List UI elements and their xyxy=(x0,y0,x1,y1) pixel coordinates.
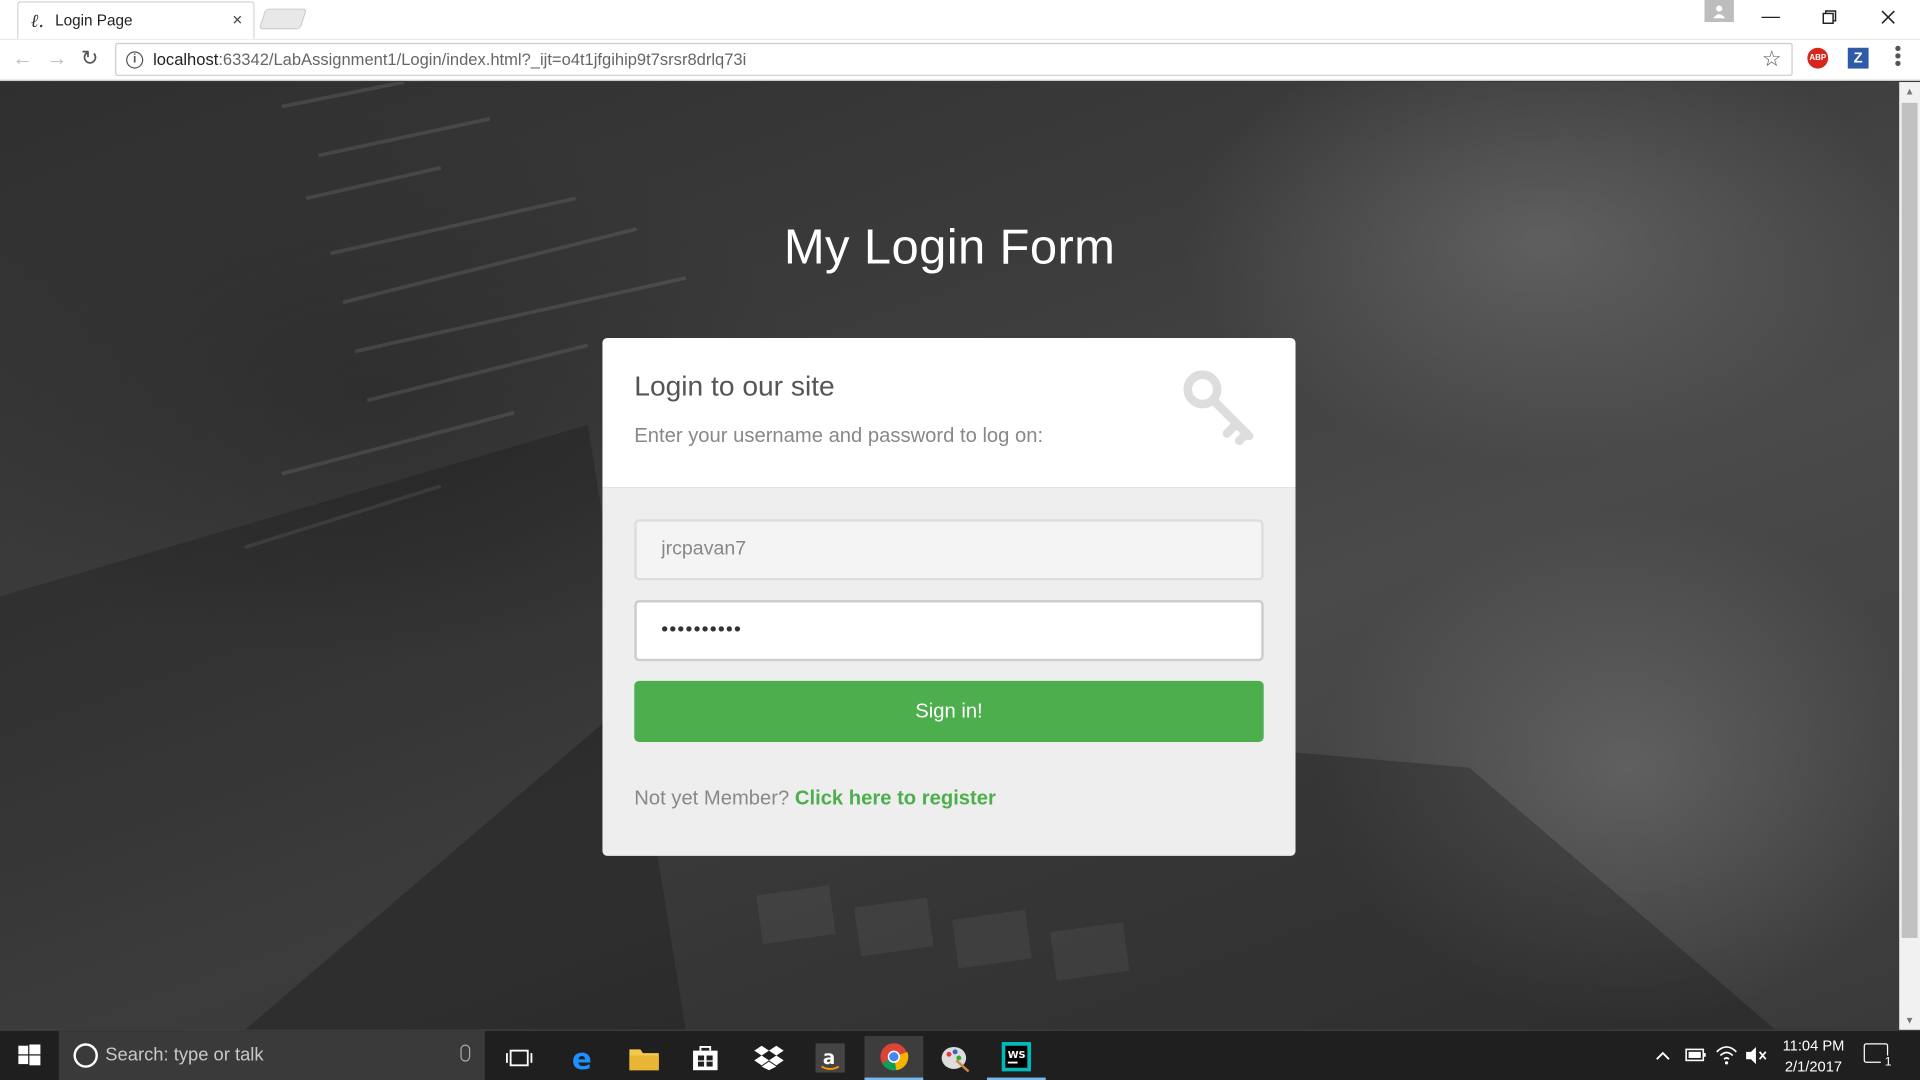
wifi-icon[interactable] xyxy=(1714,1031,1738,1080)
taskbar-search-box[interactable]: Search: type or talk xyxy=(58,1031,485,1080)
windows-taskbar: Search: type or talk e a WS 11:04 PM 2/1… xyxy=(0,1031,1920,1080)
login-card: Login to our site Enter your username an… xyxy=(602,337,1296,856)
new-tab-button[interactable] xyxy=(258,8,308,30)
scroll-up-icon[interactable]: ▲ xyxy=(1899,82,1920,100)
bookmark-star-icon[interactable]: ☆ xyxy=(1762,47,1782,73)
login-card-header: Login to our site Enter your username an… xyxy=(602,337,1296,488)
battery-icon[interactable] xyxy=(1685,1031,1707,1080)
taskbar-search-placeholder: Search: type or talk xyxy=(105,1044,264,1066)
browser-titlebar: ℓ. Login Page × — xyxy=(0,0,1920,40)
chrome-icon[interactable] xyxy=(864,1035,924,1080)
taskbar-clock[interactable]: 11:04 PM 2/1/2017 xyxy=(1771,1036,1857,1078)
register-prompt: Not yet Member? Click here to register xyxy=(634,787,996,810)
svg-text:a: a xyxy=(823,1048,835,1069)
microphone-icon[interactable] xyxy=(460,1044,471,1062)
svg-text:e: e xyxy=(572,1043,592,1072)
username-field[interactable] xyxy=(634,519,1264,581)
site-info-icon[interactable]: i xyxy=(126,51,144,69)
reload-icon[interactable]: ↻ xyxy=(81,47,98,71)
volume-muted-icon[interactable] xyxy=(1744,1031,1768,1080)
profile-icon[interactable] xyxy=(1704,0,1734,23)
forward-icon[interactable]: → xyxy=(47,47,68,71)
store-icon[interactable] xyxy=(676,1036,735,1080)
page-viewport: My Login Form Login to our site Enter yo… xyxy=(0,82,1900,1030)
key-icon xyxy=(1183,370,1254,446)
browser-toolbar: ← → ↻ i localhost:63342/LabAssignment1/L… xyxy=(0,39,1920,81)
task-view-icon[interactable] xyxy=(490,1036,549,1080)
url-text[interactable]: localhost:63342/LabAssignment1/Login/ind… xyxy=(153,50,746,68)
password-field[interactable] xyxy=(634,600,1264,662)
login-form: Sign in! Not yet Member? Click here to r… xyxy=(602,487,1296,856)
show-hidden-icons-icon[interactable] xyxy=(1653,1031,1673,1080)
back-icon[interactable]: ← xyxy=(12,47,33,71)
tab-title: Login Page xyxy=(55,12,133,30)
address-bar[interactable]: i localhost:63342/LabAssignment1/Login/i… xyxy=(115,42,1793,76)
card-subtitle: Enter your username and password to log … xyxy=(634,424,1044,447)
register-link[interactable]: Click here to register xyxy=(795,787,996,809)
file-explorer-icon[interactable] xyxy=(615,1036,674,1080)
cortana-icon[interactable] xyxy=(73,1043,98,1068)
tab-favicon-icon: ℓ. xyxy=(30,9,45,32)
close-window-icon[interactable] xyxy=(1869,5,1908,29)
start-button[interactable] xyxy=(0,1031,59,1080)
card-title: Login to our site xyxy=(634,369,835,402)
page-heading: My Login Form xyxy=(783,220,1116,275)
adblock-extension-icon[interactable]: ABP xyxy=(1807,47,1829,69)
browser-tab-login-page[interactable]: ℓ. Login Page × xyxy=(17,1,255,40)
clock-date: 2/1/2017 xyxy=(1784,1057,1843,1076)
tab-close-icon[interactable]: × xyxy=(232,10,242,30)
scroll-down-icon[interactable]: ▼ xyxy=(1899,1011,1920,1029)
page-scrollbar[interactable]: ▲ ▼ xyxy=(1899,82,1920,1030)
webstorm-icon[interactable]: WS xyxy=(986,1036,1046,1080)
notification-count-badge: 1 xyxy=(1880,1055,1896,1069)
z-extension-icon[interactable]: Z xyxy=(1847,47,1869,69)
dropbox-icon[interactable] xyxy=(740,1036,799,1080)
minimize-icon[interactable]: — xyxy=(1751,5,1790,29)
paint-icon[interactable] xyxy=(926,1036,985,1080)
signin-button[interactable]: Sign in! xyxy=(634,680,1264,743)
clock-time: 11:04 PM xyxy=(1782,1037,1845,1055)
register-prompt-text: Not yet Member? xyxy=(634,787,790,810)
scroll-thumb[interactable] xyxy=(1901,102,1918,938)
restore-icon[interactable] xyxy=(1810,5,1849,29)
svg-text:WS: WS xyxy=(1008,1050,1026,1061)
browser-menu-icon[interactable]: • • • xyxy=(1892,40,1904,74)
edge-icon[interactable]: e xyxy=(553,1036,612,1080)
amazon-icon[interactable]: a xyxy=(801,1036,860,1080)
